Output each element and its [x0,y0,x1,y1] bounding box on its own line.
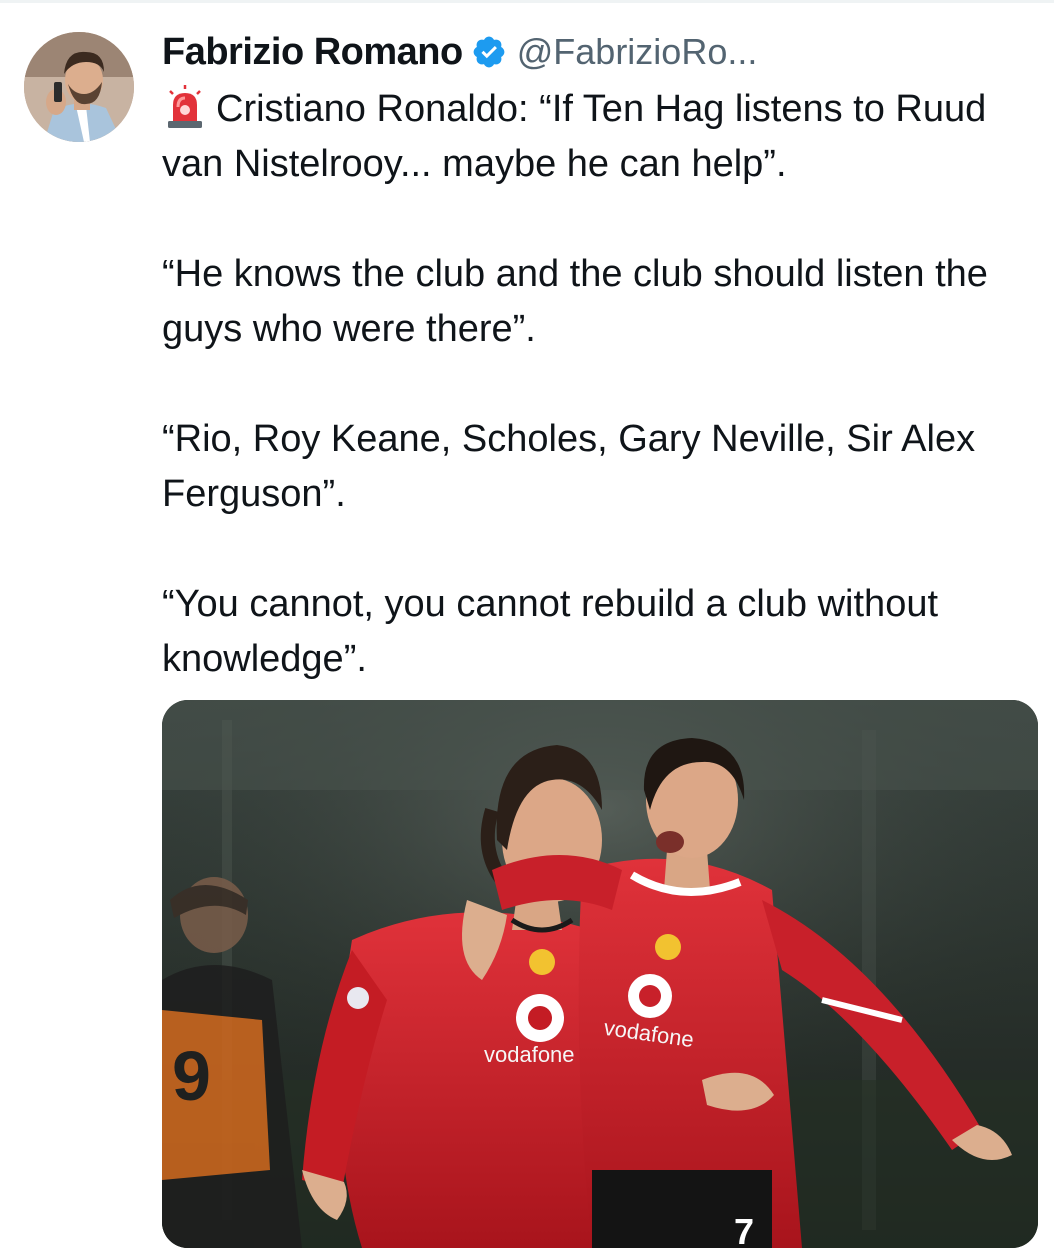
opponent-shirt-number: 9 [172,1037,211,1115]
tweet-paragraph-1-text: Cristiano Ronaldo: “If Ten Hag listens t… [162,88,987,185]
shirt-number: 7 [734,1211,754,1248]
verified-badge-icon [471,34,507,70]
sponsor-text-left: vodafone [484,1042,575,1067]
display-name[interactable]: Fabrizio Romano [162,31,463,74]
tweet[interactable]: Fabrizio Romano @FabrizioRo... Cristiano… [0,0,1054,1256]
tweet-paragraph-3: “Rio, Roy Keane, Scholes, Gary Neville, … [162,418,976,515]
tweet-text: Cristiano Ronaldo: “If Ten Hag listens t… [162,82,1042,687]
siren-icon [162,83,208,129]
user-handle[interactable]: @FabrizioRo... [517,31,758,73]
avatar[interactable] [24,32,134,142]
tweet-header: Fabrizio Romano @FabrizioRo... [162,28,757,76]
tweet-photo[interactable]: 9 vodafone vodafone 7 [162,700,1038,1248]
tweet-paragraph-1: Cristiano Ronaldo: “If Ten Hag listens t… [162,82,1042,192]
tweet-paragraph-2: “He knows the club and the club should l… [162,253,988,350]
tweet-paragraph-4: “You cannot, you cannot rebuild a club w… [162,583,939,680]
